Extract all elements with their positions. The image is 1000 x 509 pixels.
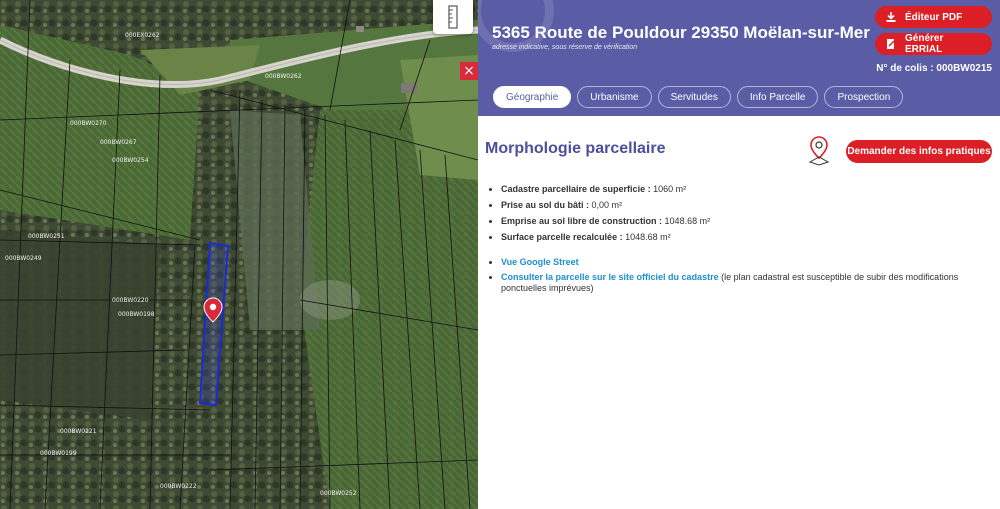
cadastre-link[interactable]: Consulter la parcelle sur le site offici…: [501, 272, 719, 282]
parcel-label: 000BW0270: [70, 120, 107, 127]
location-pin-icon: [808, 136, 830, 166]
list-item: Emprise au sol libre de construction : 1…: [501, 216, 710, 227]
parcel-label: 000BW0220: [112, 297, 149, 304]
tab-urbanisme[interactable]: Urbanisme: [577, 86, 652, 108]
document-edit-icon: [885, 38, 897, 50]
ruler-button[interactable]: [433, 0, 473, 34]
parcel-label: 000BW0222: [160, 483, 197, 490]
parcel-label: 000BW0249: [5, 255, 42, 262]
generate-errial-button[interactable]: Générer ERRIAL: [875, 33, 992, 55]
tab-prospection[interactable]: Prospection: [824, 86, 904, 108]
list-item: Vue Google Street: [501, 257, 991, 268]
property-value: 1048.68 m²: [622, 232, 671, 242]
link-list: Vue Google Street Consulter la parcelle …: [485, 257, 991, 298]
building: [401, 83, 417, 93]
map-canvas[interactable]: 000EX0262 000BW0262 000BW0270 000BW0267 …: [0, 0, 478, 509]
ruler-icon: [448, 5, 458, 29]
property-value: 0,00 m²: [589, 200, 623, 210]
google-street-link[interactable]: Vue Google Street: [501, 257, 579, 267]
property-label: Prise au sol du bâti :: [501, 200, 590, 210]
property-label: Cadastre parcellaire de superficie :: [501, 184, 651, 194]
parcel-label: 000BW0251: [28, 233, 65, 240]
address-disclaimer: adresse indicative, sous réserve de véri…: [492, 44, 638, 51]
parcel-label: 000BW0199: [40, 450, 77, 457]
list-item: Prise au sol du bâti : 0,00 m²: [501, 200, 710, 211]
panel-header: 5365 Route de Pouldour 29350 Moëlan-sur-…: [478, 0, 1000, 116]
info-panel: 5365 Route de Pouldour 29350 Moëlan-sur-…: [478, 0, 1000, 509]
property-label: Surface parcelle recalculée :: [501, 232, 623, 242]
tab-servitudes[interactable]: Servitudes: [657, 86, 731, 108]
app-root: 000EX0262 000BW0262 000BW0270 000BW0267 …: [0, 0, 1000, 509]
close-icon[interactable]: ×: [460, 62, 478, 80]
property-list: Cadastre parcellaire de superficie : 106…: [485, 184, 710, 248]
tab-geographie[interactable]: Géographie: [493, 86, 572, 108]
list-item: Consulter la parcelle sur le site offici…: [501, 272, 991, 294]
parcel-label: 000BW0221: [60, 428, 97, 435]
parcel-label: 000BW0198: [118, 311, 155, 318]
property-value: 1048.68 m²: [662, 216, 711, 226]
pdf-editor-label: Éditeur PDF: [905, 11, 963, 23]
request-info-button[interactable]: Demander des infos pratiques: [846, 140, 992, 163]
parcel-label: 000BW0254: [112, 157, 149, 164]
parcel-label: 000BW0252: [320, 490, 357, 497]
satellite-map[interactable]: 000EX0262 000BW0262 000BW0270 000BW0267 …: [0, 0, 478, 509]
tab-info-parcelle[interactable]: Info Parcelle: [736, 86, 819, 108]
list-item: Surface parcelle recalculée : 1048.68 m²: [501, 232, 710, 243]
tab-bar: Géographie Urbanisme Servitudes Info Par…: [493, 86, 904, 108]
property-label: Emprise au sol libre de construction :: [501, 216, 663, 226]
section-title: Morphologie parcellaire: [485, 140, 666, 157]
pdf-editor-button[interactable]: Éditeur PDF: [875, 6, 992, 28]
generate-errial-label: Générer ERRIAL: [905, 33, 944, 55]
parcel-label: 000EX0262: [125, 32, 160, 39]
download-icon: [885, 11, 897, 23]
parcel-number: N° de colis : 000BW0215: [876, 63, 992, 74]
address-title: 5365 Route de Pouldour 29350 Moëlan-sur-…: [492, 23, 870, 42]
property-value: 1060 m²: [650, 184, 687, 194]
list-item: Cadastre parcellaire de superficie : 106…: [501, 184, 710, 195]
parcel-label: 000BW0267: [100, 139, 137, 146]
parcel-label: 000BW0262: [265, 73, 302, 80]
